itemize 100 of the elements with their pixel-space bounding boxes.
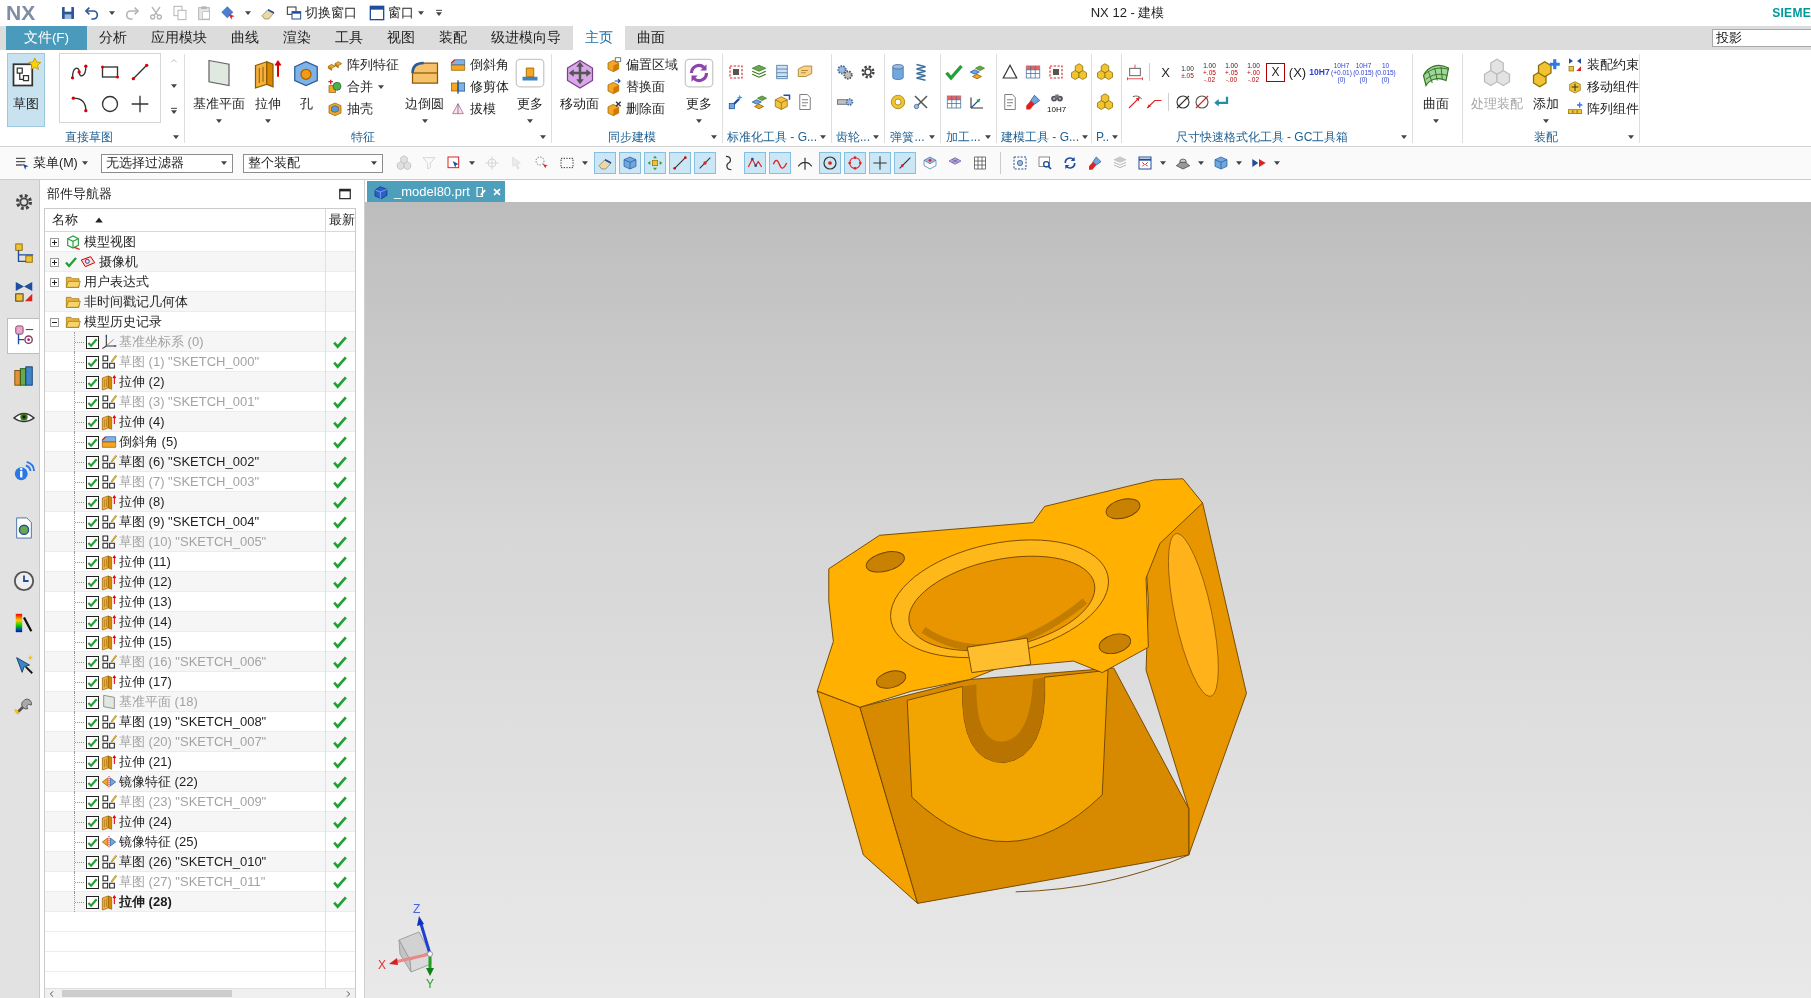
cutter-icon[interactable] [912, 93, 930, 111]
feature-label[interactable]: 拉伸 (13) [119, 593, 172, 611]
table-icon[interactable] [945, 93, 963, 111]
caret-menu-icon[interactable] [170, 107, 178, 115]
graphics-window[interactable]: Z X Y [365, 202, 1811, 998]
radius-icon[interactable] [1126, 93, 1144, 111]
caret-down-icon[interactable] [580, 159, 589, 167]
tool-button[interactable] [618, 152, 641, 174]
visibility-checkbox[interactable] [86, 555, 99, 569]
menu-tab[interactable]: 应用模块 [139, 26, 219, 50]
ribbon-button[interactable]: 更多 [511, 53, 549, 127]
caret-down-icon[interactable] [1111, 133, 1120, 141]
menu-tab[interactable]: 装配 [427, 26, 479, 50]
ribbon-button[interactable]: 阵列特征 [325, 54, 401, 76]
ribbon-button[interactable]: 偏置区域 [603, 54, 680, 76]
ribbon-button[interactable]: 倒斜角 [448, 54, 511, 76]
visibility-checkbox[interactable] [86, 715, 99, 729]
format-button[interactable]: X [1266, 62, 1285, 82]
tree-node-label[interactable]: 用户表达式 [84, 273, 149, 291]
circle-icon[interactable] [99, 94, 120, 114]
selection-filter-dropdown[interactable]: 整个装配 [242, 153, 383, 173]
caret-down-icon[interactable] [710, 133, 718, 141]
close-icon[interactable] [491, 186, 502, 197]
caret-down-icon[interactable] [172, 133, 180, 141]
layers-icon[interactable] [750, 63, 768, 81]
visibility-checkbox[interactable] [86, 755, 99, 769]
blocks-icon[interactable] [750, 93, 768, 111]
visibility-checkbox[interactable] [86, 375, 99, 389]
tool-button[interactable] [693, 152, 716, 174]
visibility-checkbox[interactable] [86, 655, 99, 669]
menu-tab[interactable]: 曲面 [625, 26, 677, 50]
ribbon-button[interactable]: 替换面 [603, 76, 680, 98]
caret-down-icon[interactable] [1158, 159, 1167, 167]
select-tool-icon[interactable] [220, 5, 236, 21]
scrollbar-thumb[interactable] [62, 990, 232, 997]
visibility-checkbox[interactable] [86, 615, 99, 629]
feature-label[interactable]: 镜像特征 (25) [119, 833, 198, 851]
table-icon[interactable] [1024, 63, 1042, 81]
document-icon[interactable] [1001, 93, 1019, 111]
undo-icon[interactable] [84, 5, 100, 21]
command-search-field[interactable]: 投影 [1712, 29, 1811, 47]
wand-icon[interactable] [727, 93, 745, 111]
gears-icon[interactable] [836, 63, 854, 81]
menu-tab[interactable]: 渲染 [271, 26, 323, 50]
feature-label[interactable]: 拉伸 (4) [119, 413, 165, 431]
menu-button[interactable]: 菜单(M) [12, 152, 91, 174]
triangle-icon[interactable] [1001, 63, 1019, 81]
caret-down-icon[interactable] [108, 9, 116, 17]
ribbon-button[interactable]: 移动面 [556, 53, 603, 127]
feature-label[interactable]: 倒斜角 (5) [119, 433, 178, 451]
menu-tab[interactable]: 主页 [573, 26, 625, 50]
tool-button[interactable] [743, 152, 766, 174]
ribbon-button[interactable]: 曲面 [1417, 53, 1455, 127]
cubes-icon[interactable] [1070, 63, 1088, 81]
tool-button[interactable] [818, 152, 841, 174]
cube-arrow-icon[interactable] [773, 93, 791, 111]
ribbon-button[interactable]: 移动组件 [1565, 76, 1641, 98]
plus-icon[interactable] [129, 94, 150, 114]
ribbon-button[interactable]: 更多 [680, 53, 718, 127]
menu-tab[interactable]: 分析 [87, 26, 139, 50]
format-button[interactable]: (X) [1287, 60, 1308, 84]
caret-down-icon[interactable] [1234, 159, 1243, 167]
visibility-checkbox[interactable] [86, 635, 99, 649]
caret-down-icon[interactable] [467, 159, 476, 167]
stack-icon[interactable] [773, 63, 791, 81]
tool-button[interactable] [843, 152, 866, 174]
ribbon-button[interactable]: 抽壳 [325, 98, 401, 120]
visibility-checkbox[interactable] [86, 795, 99, 809]
tree-node-label[interactable]: 摄像机 [99, 253, 138, 271]
ribbon-button[interactable]: 基准平面 [189, 53, 249, 127]
menu-tab[interactable]: 级进模向导 [479, 26, 573, 50]
visibility-checkbox[interactable] [86, 355, 99, 369]
feature-label[interactable]: 草图 (19) "SKETCH_008" [119, 713, 267, 731]
brush-icon[interactable] [1024, 93, 1042, 111]
menu-tab[interactable]: 工具 [323, 26, 375, 50]
caret-menu-icon[interactable] [435, 9, 443, 17]
feature-label[interactable]: 拉伸 (24) [119, 813, 172, 831]
column-header[interactable]: 最新 [325, 209, 355, 231]
feature-label[interactable]: 拉伸 (2) [119, 373, 165, 391]
gear-icon[interactable] [859, 63, 877, 81]
menu-tab[interactable]: 曲线 [219, 26, 271, 50]
visibility-checkbox[interactable] [86, 735, 99, 749]
feature-label[interactable]: 拉伸 (28) [119, 893, 172, 911]
blocks-icon[interactable] [968, 63, 986, 81]
caret-down-icon[interactable] [1081, 133, 1089, 141]
check-icon[interactable] [945, 63, 963, 81]
caret-down-icon[interactable] [872, 133, 880, 141]
caret-down-icon[interactable] [1196, 159, 1205, 167]
ribbon-button[interactable]: 合并 [325, 76, 401, 98]
edit-document-icon[interactable] [474, 185, 487, 198]
visibility-checkbox[interactable] [86, 475, 99, 489]
visibility-checkbox[interactable] [86, 775, 99, 789]
expand-toggle[interactable] [50, 277, 59, 287]
caret-down-icon[interactable] [1400, 133, 1408, 141]
caret-down-icon[interactable] [819, 133, 827, 141]
frame-icon[interactable] [727, 63, 745, 81]
ribbon-button[interactable]: 阵列组件 [1565, 98, 1641, 120]
caret-down-icon[interactable] [1272, 159, 1281, 167]
chevron-right-icon[interactable] [344, 989, 352, 998]
feature-label[interactable]: 拉伸 (14) [119, 613, 172, 631]
